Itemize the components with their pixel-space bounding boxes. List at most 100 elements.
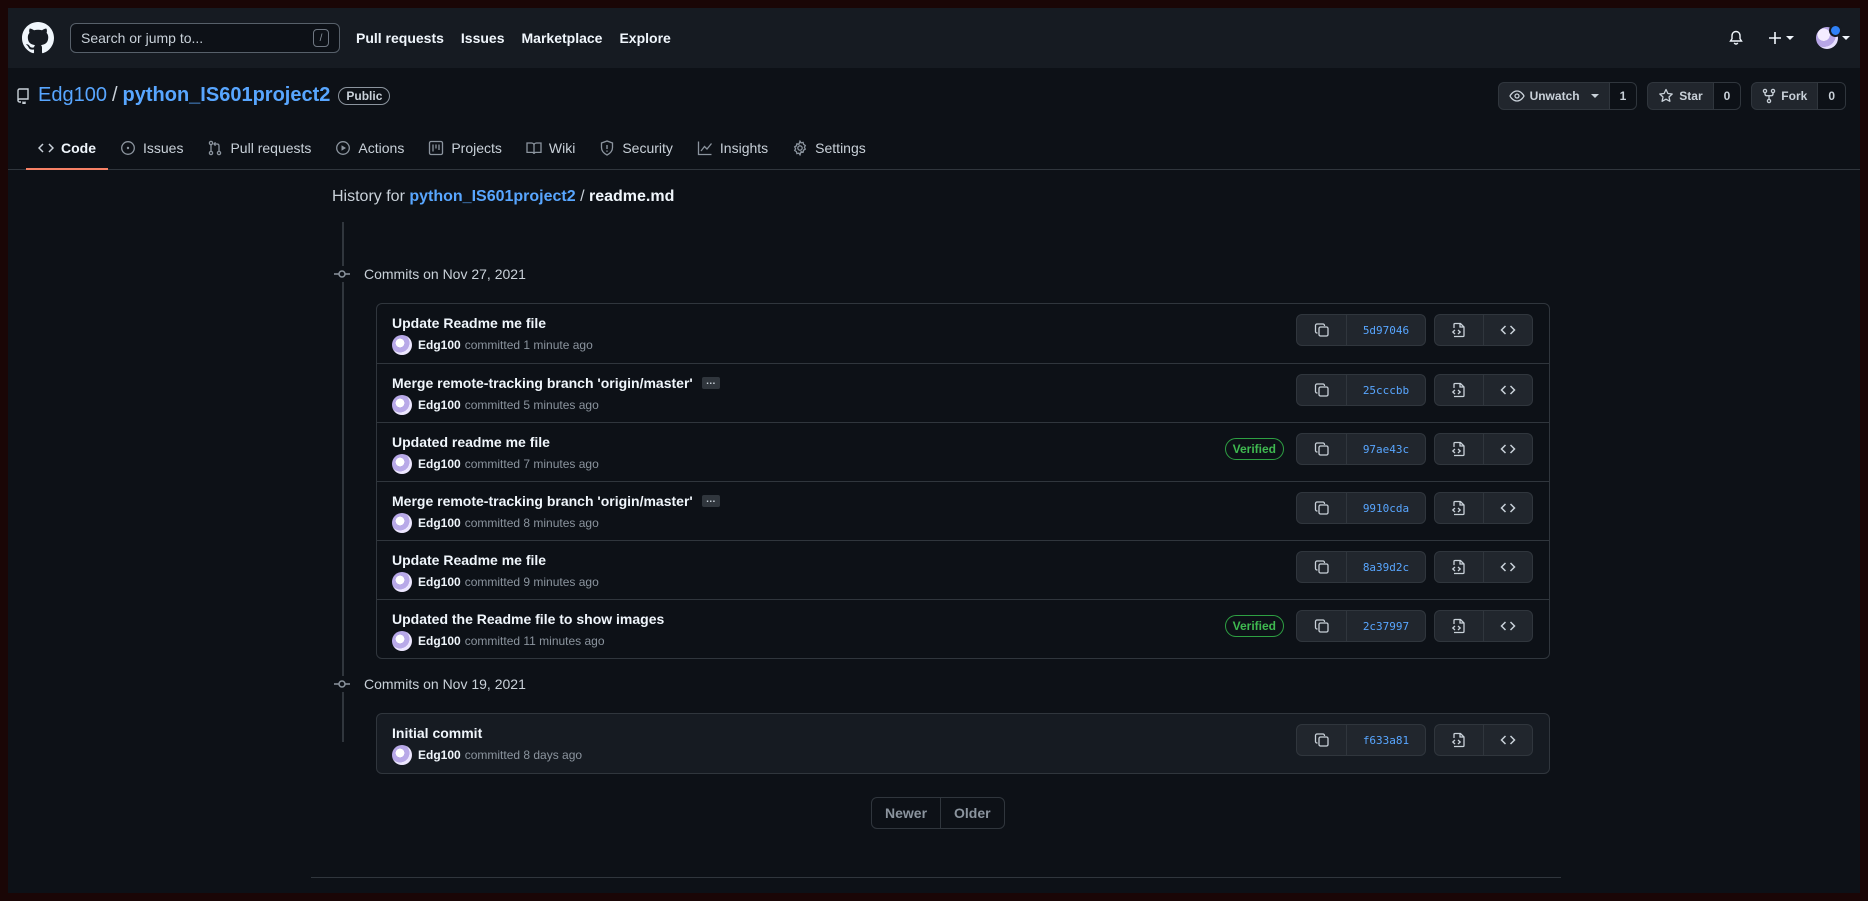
commit-list: Initial commit Edg100 committed 8 days a… — [376, 713, 1550, 774]
avatar[interactable] — [392, 572, 412, 592]
view-file-at-commit-button[interactable] — [1435, 375, 1484, 405]
sha-button-group: 8a39d2c — [1296, 551, 1426, 583]
tab-pull-requests[interactable]: Pull requests — [195, 126, 323, 169]
tab-issues[interactable]: Issues — [108, 126, 195, 169]
avatar[interactable] — [392, 745, 412, 765]
commit-message-link[interactable]: Initial commit — [392, 725, 482, 741]
older-button[interactable]: Older — [941, 798, 1004, 828]
commit-row: Initial commit Edg100 committed 8 days a… — [377, 714, 1549, 773]
newer-button[interactable]: Newer — [872, 798, 942, 828]
browse-repo-at-commit-button[interactable] — [1484, 611, 1532, 641]
expand-message-button[interactable]: … — [701, 495, 720, 507]
commit-author-link[interactable]: Edg100 — [418, 634, 461, 648]
code-icon — [1500, 732, 1516, 748]
commit-sha-link[interactable]: 97ae43c — [1347, 434, 1425, 464]
fork-button[interactable]: Fork — [1752, 83, 1819, 109]
tab-actions[interactable]: Actions — [323, 126, 416, 169]
commit-message-link[interactable]: Merge remote-tracking branch 'origin/mas… — [392, 493, 693, 509]
avatar[interactable] — [392, 395, 412, 415]
nav-pull-requests[interactable]: Pull requests — [356, 30, 444, 46]
commit-author-link[interactable]: Edg100 — [418, 398, 461, 412]
avatar[interactable] — [392, 335, 412, 355]
view-file-at-commit-button[interactable] — [1435, 725, 1484, 755]
nav-issues[interactable]: Issues — [461, 30, 505, 46]
project-icon — [428, 140, 444, 156]
browse-repo-at-commit-button[interactable] — [1484, 552, 1532, 582]
commit-author-link[interactable]: Edg100 — [418, 748, 461, 762]
browse-repo-at-commit-button[interactable] — [1484, 434, 1532, 464]
view-file-at-commit-button[interactable] — [1435, 315, 1484, 345]
commit-message-link[interactable]: Update Readme me file — [392, 552, 546, 568]
search-placeholder: Search or jump to... — [81, 30, 204, 46]
tab-projects[interactable]: Projects — [416, 126, 514, 169]
search-input[interactable]: Search or jump to... / — [70, 23, 340, 53]
tab-wiki[interactable]: Wiki — [514, 126, 587, 169]
view-file-at-commit-button[interactable] — [1435, 552, 1484, 582]
view-file-at-commit-button[interactable] — [1435, 611, 1484, 641]
avatar[interactable] — [392, 631, 412, 651]
github-logo-icon[interactable] — [22, 22, 54, 54]
code-icon — [1500, 441, 1516, 457]
history-repo-link[interactable]: python_IS601project2 — [409, 188, 575, 205]
sha-button-group: 9910cda — [1296, 492, 1426, 524]
copy-icon — [1314, 732, 1330, 748]
tab-code[interactable]: Code — [26, 126, 108, 170]
commit-row: Update Readme me file Edg100 committed 9… — [377, 540, 1549, 599]
eye-icon — [1508, 88, 1525, 104]
commit-author-link[interactable]: Edg100 — [418, 338, 461, 352]
copy-sha-button[interactable] — [1297, 315, 1347, 345]
browse-repo-at-commit-button[interactable] — [1484, 315, 1532, 345]
unwatch-button[interactable]: Unwatch — [1499, 83, 1610, 109]
commit-sha-link[interactable]: 5d97046 — [1347, 315, 1425, 345]
nav-explore[interactable]: Explore — [619, 30, 670, 46]
repo-name-link[interactable]: python_IS601project2 — [123, 84, 331, 107]
browse-repo-at-commit-button[interactable] — [1484, 375, 1532, 405]
expand-message-button[interactable]: … — [701, 377, 720, 389]
tab-settings-label: Settings — [815, 139, 866, 156]
commit-message-link[interactable]: Merge remote-tracking branch 'origin/mas… — [392, 375, 693, 391]
copy-sha-button[interactable] — [1297, 375, 1347, 405]
tab-security[interactable]: Security — [587, 126, 685, 169]
copy-sha-button[interactable] — [1297, 552, 1347, 582]
bell-icon[interactable] — [1728, 30, 1744, 46]
commit-message-link[interactable]: Updated readme me file — [392, 434, 550, 450]
browse-repo-at-commit-button[interactable] — [1484, 493, 1532, 523]
tab-settings[interactable]: Settings — [780, 126, 878, 169]
commit-message-link[interactable]: Update Readme me file — [392, 315, 546, 331]
commit-author-link[interactable]: Edg100 — [418, 457, 461, 471]
graph-icon — [697, 140, 713, 156]
watch-count[interactable]: 1 — [1609, 83, 1637, 109]
star-count[interactable]: 0 — [1713, 83, 1741, 109]
commit-group-header: Commits on Nov 19, 2021 — [332, 676, 526, 692]
tab-insights[interactable]: Insights — [685, 126, 780, 169]
view-file-at-commit-button[interactable] — [1435, 434, 1484, 464]
commit-sha-link[interactable]: 2c37997 — [1347, 611, 1425, 641]
commit-author-link[interactable]: Edg100 — [418, 575, 461, 589]
commit-time: committed 5 minutes ago — [464, 398, 599, 412]
history-prefix: History for — [332, 188, 405, 205]
fork-count[interactable]: 0 — [1818, 83, 1845, 109]
browse-repo-at-commit-button[interactable] — [1484, 725, 1532, 755]
commit-sha-link[interactable]: f633a81 — [1347, 725, 1425, 755]
verified-badge[interactable]: Verified — [1224, 438, 1284, 460]
star-button[interactable]: Star — [1648, 83, 1714, 109]
global-header: Search or jump to... / Pull requests Iss… — [8, 8, 1860, 68]
commit-sha-link[interactable]: 9910cda — [1347, 493, 1425, 523]
view-file-at-commit-button[interactable] — [1435, 493, 1484, 523]
verified-badge[interactable]: Verified — [1224, 615, 1284, 637]
avatar[interactable] — [392, 454, 412, 474]
commit-sha-link[interactable]: 8a39d2c — [1347, 552, 1425, 582]
repo-owner-link[interactable]: Edg100 — [38, 84, 107, 107]
commit-message-link[interactable]: Updated the Readme file to show images — [392, 611, 664, 627]
commit-message-container: Initial commit — [392, 725, 482, 741]
user-menu[interactable] — [1816, 24, 1850, 49]
copy-sha-button[interactable] — [1297, 434, 1347, 464]
commit-sha-link[interactable]: 25cccbb — [1347, 375, 1425, 405]
copy-sha-button[interactable] — [1297, 493, 1347, 523]
nav-marketplace[interactable]: Marketplace — [522, 30, 603, 46]
avatar[interactable] — [392, 513, 412, 533]
copy-sha-button[interactable] — [1297, 611, 1347, 641]
commit-author-link[interactable]: Edg100 — [418, 516, 461, 530]
copy-sha-button[interactable] — [1297, 725, 1347, 755]
create-new-dropdown[interactable] — [1768, 30, 1796, 46]
